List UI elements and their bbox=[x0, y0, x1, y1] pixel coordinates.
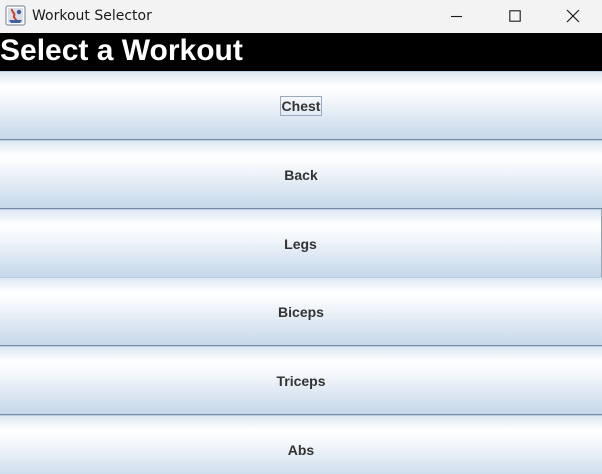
minimize-icon bbox=[451, 15, 462, 17]
minimize-button[interactable] bbox=[428, 0, 486, 31]
window-title: Workout Selector bbox=[32, 8, 152, 24]
java-app-icon bbox=[5, 5, 26, 26]
maximize-icon bbox=[509, 9, 521, 22]
workout-button-abs[interactable]: Abs bbox=[0, 415, 602, 474]
close-button[interactable] bbox=[544, 0, 602, 31]
title-bar[interactable]: Workout Selector bbox=[0, 0, 602, 33]
workout-button-label: Legs bbox=[284, 235, 317, 252]
workout-button-triceps[interactable]: Triceps bbox=[0, 346, 602, 415]
workout-button-label: Triceps bbox=[276, 372, 326, 389]
maximize-button[interactable] bbox=[486, 0, 544, 31]
workout-button-back[interactable]: Back bbox=[0, 140, 602, 209]
workout-button-biceps[interactable]: Biceps bbox=[0, 277, 602, 346]
workout-button-list: Chest Back Legs Biceps Triceps Abs bbox=[0, 71, 602, 474]
workout-button-label: Biceps bbox=[278, 303, 324, 320]
page-title: Select a Workout bbox=[0, 34, 243, 67]
header-banner: Select a Workout bbox=[0, 33, 602, 71]
workout-button-label: Abs bbox=[287, 441, 315, 458]
workout-button-label: Chest bbox=[279, 95, 323, 116]
workout-button-chest[interactable]: Chest bbox=[0, 71, 602, 140]
workout-button-legs[interactable]: Legs bbox=[0, 209, 602, 278]
app-window: Workout Selector Select a Workout Chest … bbox=[0, 0, 602, 474]
workout-button-label: Back bbox=[284, 166, 318, 183]
close-icon bbox=[566, 9, 580, 22]
